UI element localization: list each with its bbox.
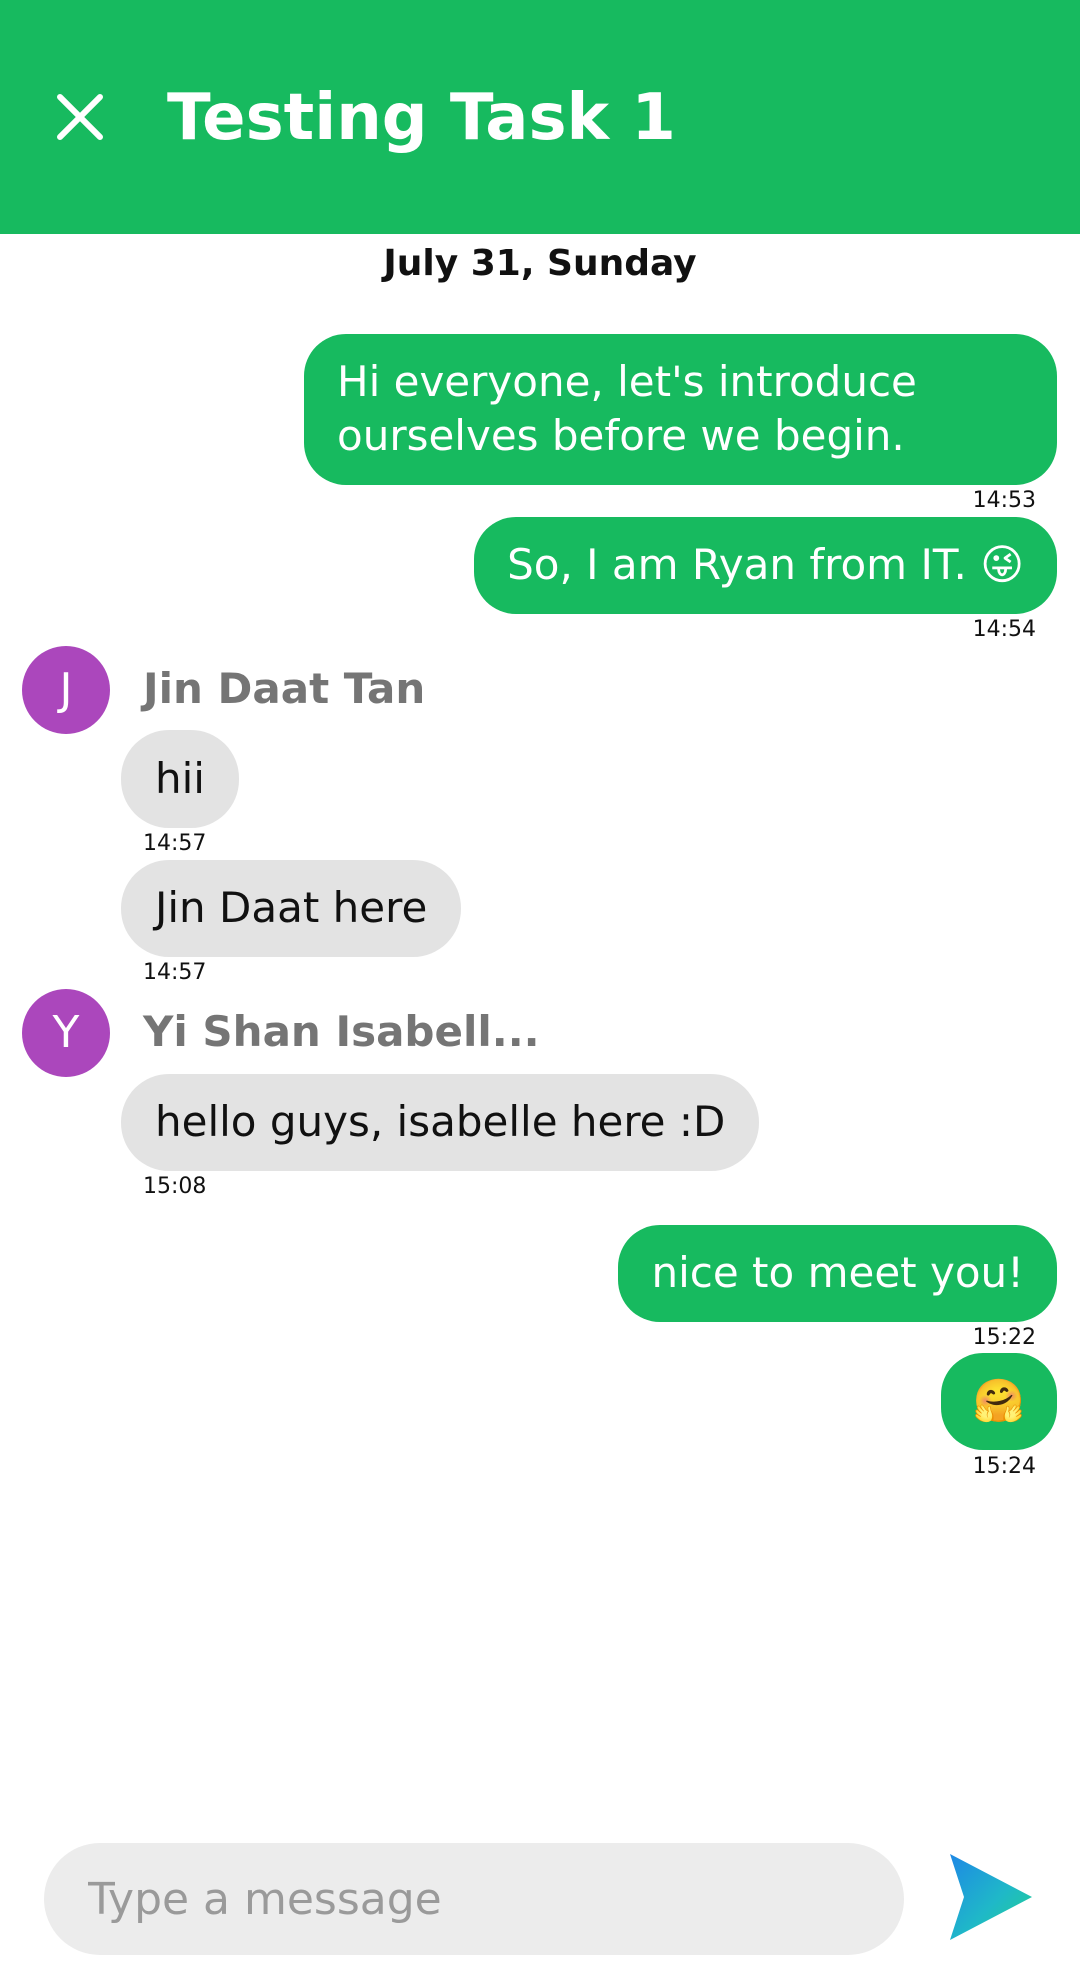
message-text: Hi everyone, let's introduce	[337, 357, 917, 406]
message-bubble-outgoing[interactable]: 🤗	[940, 1353, 1057, 1450]
close-button[interactable]	[50, 87, 110, 147]
sender-name: Yi Shan Isabell...	[143, 1007, 540, 1056]
close-icon	[57, 94, 103, 140]
message-text: nice to meet you!	[651, 1248, 1024, 1297]
sender-name: Jin Daat Tan	[143, 664, 426, 713]
avatar[interactable]: Y	[22, 989, 110, 1077]
message-time: 15:24	[972, 1454, 1036, 1479]
message-bubble-incoming[interactable]: hello guys, isabelle here :D	[121, 1074, 760, 1171]
message-bubble-outgoing[interactable]: So, I am Ryan from IT. 😜	[474, 517, 1057, 614]
message-time: 14:57	[143, 831, 207, 856]
message-time: 15:08	[143, 1174, 207, 1199]
message-bubble-incoming[interactable]: hii	[121, 730, 239, 828]
send-icon	[950, 1854, 1032, 1940]
message-bubble-incoming[interactable]: Jin Daat here	[121, 860, 462, 957]
avatar[interactable]: J	[22, 646, 110, 734]
message-bubble-outgoing[interactable]: Hi everyone, let's introduce ourselves b…	[304, 334, 1057, 485]
message-text: Jin Daat here	[155, 883, 428, 932]
message-time: 14:54	[972, 617, 1036, 642]
message-input[interactable]	[44, 1843, 904, 1955]
page-title: Testing Task 1	[167, 81, 676, 155]
message-text: 🤗	[972, 1376, 1025, 1425]
message-text: So, I am Ryan from IT. 😜	[507, 540, 1024, 589]
message-text: hello guys, isabelle here :D	[155, 1097, 726, 1146]
message-time: 14:53	[972, 488, 1036, 513]
message-time: 15:22	[972, 1325, 1036, 1350]
message-bubble-outgoing[interactable]: nice to meet you!	[618, 1225, 1057, 1322]
send-button[interactable]	[946, 1850, 1036, 1944]
date-separator: July 31, Sunday	[383, 243, 697, 284]
message-text: ourselves before we begin.	[337, 411, 905, 460]
message-time: 14:57	[143, 960, 207, 985]
app-header: Testing Task 1	[0, 0, 1080, 234]
message-text: hii	[155, 754, 205, 803]
